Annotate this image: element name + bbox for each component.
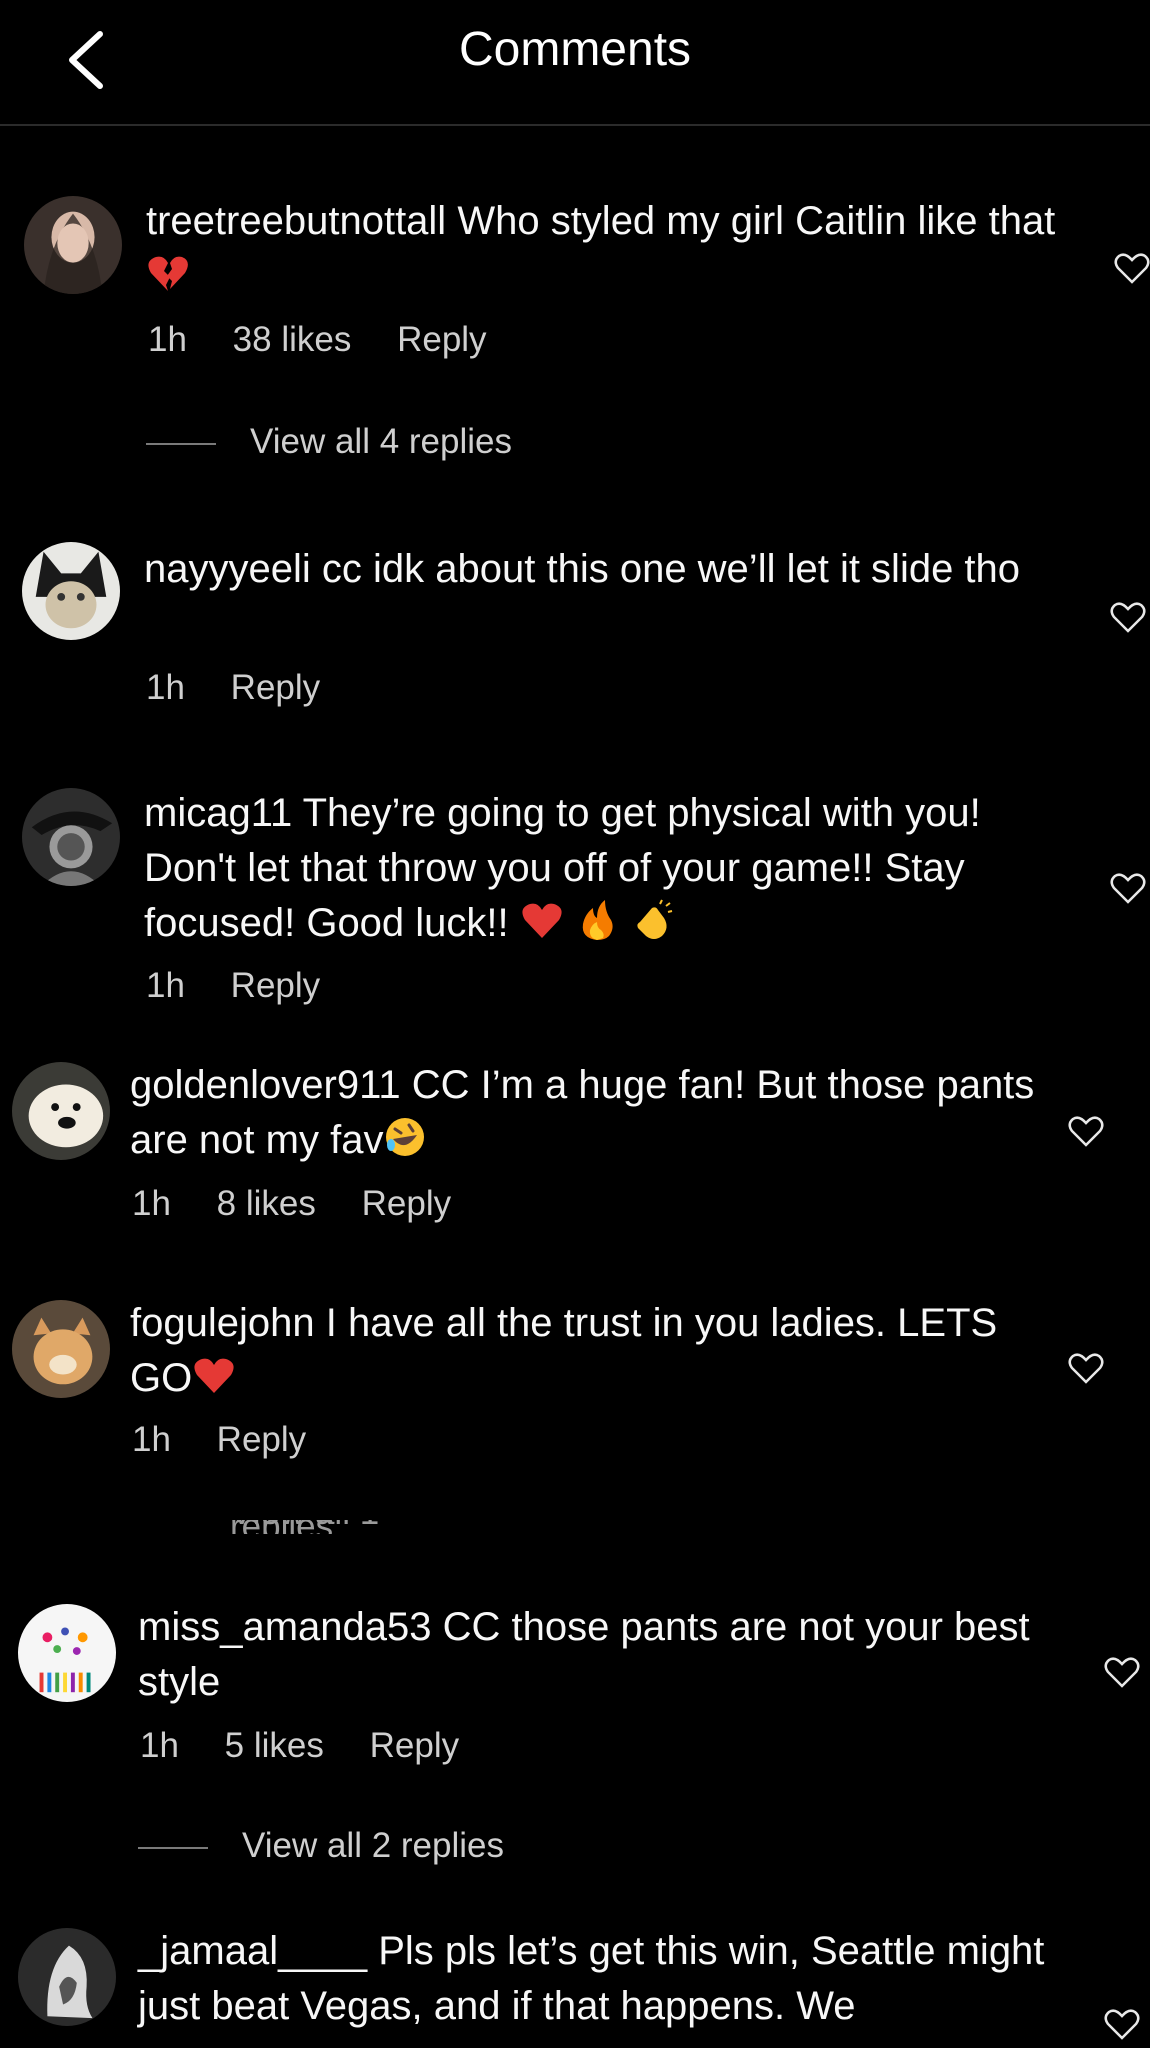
avatar[interactable]: [24, 196, 122, 294]
comment-text: _jamaal____ Pls pls let’s get this win, …: [138, 1924, 1058, 2034]
clapping-hands-icon: [630, 898, 674, 942]
comment-username[interactable]: _jamaal____: [138, 1929, 367, 1973]
comment-text: goldenlover911 CC I’m a huge fan! But th…: [130, 1058, 1050, 1168]
comment-body: Who styled my girl Caitlin like that: [457, 199, 1056, 243]
page-title: Comments: [458, 23, 692, 76]
avatar[interactable]: [12, 1300, 110, 1398]
heart-outline-icon[interactable]: [1110, 872, 1146, 904]
avatar[interactable]: [18, 1604, 116, 1702]
comment-likes[interactable]: 5 likes: [225, 1726, 324, 1765]
comment-meta: 1h Reply: [132, 1420, 342, 1460]
comment-username[interactable]: nayyyeeli: [144, 547, 311, 591]
rolling-laughing-icon: [383, 1115, 427, 1159]
comment-text: miss_amanda53 CC those pants are not you…: [138, 1600, 1058, 1710]
view-replies-button[interactable]: View all 4 replies: [146, 422, 512, 462]
heart-outline-icon[interactable]: [1104, 1656, 1140, 1688]
comments-header: Comments: [0, 0, 1150, 126]
fire-icon: [575, 898, 619, 942]
divider: [138, 1846, 208, 1849]
comment-meta: 1h Reply: [146, 966, 356, 1006]
comment-time: 1h: [146, 668, 185, 707]
comment-meta: 1h Reply: [146, 668, 356, 708]
comment-time: 1h: [140, 1726, 179, 1765]
avatar[interactable]: [22, 788, 120, 886]
comment-text: micag11 They’re going to get physical wi…: [144, 786, 1064, 951]
comment-likes[interactable]: 8 likes: [217, 1184, 316, 1223]
red-heart-icon: [520, 898, 564, 942]
reply-button[interactable]: Reply: [362, 1184, 451, 1223]
reply-button[interactable]: Reply: [370, 1726, 459, 1765]
reply-button[interactable]: Reply: [397, 320, 486, 359]
red-heart-icon: [192, 1353, 236, 1397]
avatar[interactable]: [22, 542, 120, 640]
view-replies-button[interactable]: View all 2 replies: [138, 1826, 504, 1866]
comment-username[interactable]: micag11: [144, 791, 292, 835]
reply-button[interactable]: Reply: [231, 966, 320, 1005]
view-replies-label: View all 1 replies: [230, 1520, 490, 1534]
heart-outline-icon[interactable]: [1068, 1352, 1104, 1384]
comment-body: cc idk about this one we’ll let it slide…: [321, 547, 1021, 591]
view-replies-label: View all 4 replies: [250, 422, 512, 461]
comment-text: fogulejohn I have all the trust in you l…: [130, 1296, 1050, 1406]
comment-meta: 1h 8 likes Reply: [132, 1184, 487, 1224]
comment-username[interactable]: goldenlover911: [130, 1063, 401, 1107]
comment-username[interactable]: fogulejohn: [130, 1301, 315, 1345]
divider: [146, 442, 216, 445]
comment-likes[interactable]: 38 likes: [233, 320, 352, 359]
comment-meta: 1h 5 likes Reply: [140, 1726, 495, 1766]
comment-username[interactable]: miss_amanda53: [138, 1605, 432, 1649]
broken-heart-icon: [146, 251, 190, 295]
heart-outline-icon[interactable]: [1104, 2008, 1140, 2040]
comment-meta: 1h 38 likes Reply: [148, 320, 523, 360]
view-replies-label: View all 2 replies: [242, 1826, 504, 1865]
comment-time: 1h: [146, 966, 185, 1005]
reply-button[interactable]: Reply: [231, 668, 320, 707]
comment-time: 1h: [148, 320, 187, 359]
view-replies-button[interactable]: View all 1 replies: [230, 1520, 490, 1534]
heart-outline-icon[interactable]: [1110, 601, 1146, 633]
comment-time: 1h: [132, 1420, 171, 1459]
comment-username[interactable]: treetreebutnottall: [146, 199, 446, 243]
heart-outline-icon[interactable]: [1114, 252, 1150, 284]
comment-time: 1h: [132, 1184, 171, 1223]
avatar[interactable]: [18, 1928, 116, 2026]
heart-outline-icon[interactable]: [1068, 1115, 1104, 1147]
comment-text: treetreebutnottall Who styled my girl Ca…: [146, 194, 1076, 304]
comment-text: nayyyeeli cc idk about this one we’ll le…: [144, 542, 1074, 597]
avatar[interactable]: [12, 1062, 110, 1160]
reply-button[interactable]: Reply: [217, 1420, 306, 1459]
